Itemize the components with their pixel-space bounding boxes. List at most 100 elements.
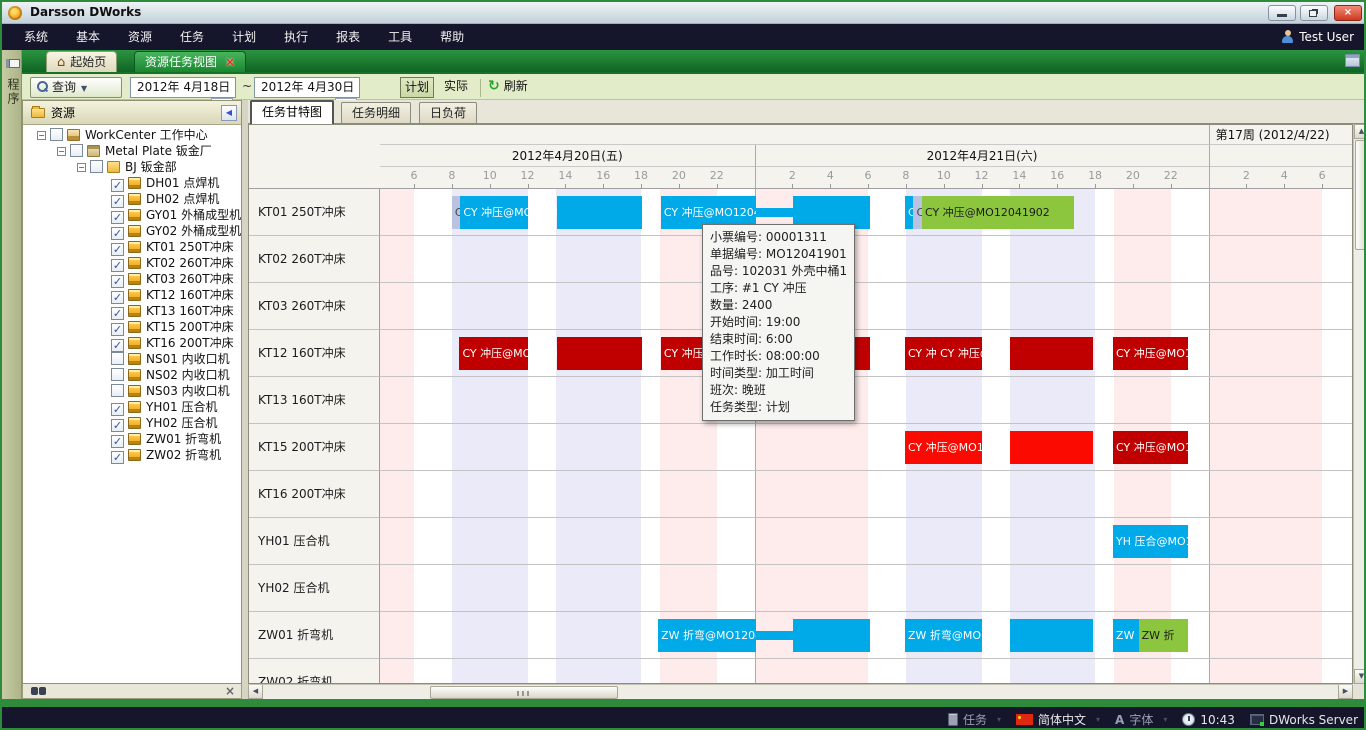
date-to-picker[interactable]: 2012年 4月30日▼ [254, 77, 360, 98]
gantt-task-bar[interactable] [1010, 337, 1093, 370]
refresh-button[interactable]: ↻刷新 [488, 77, 528, 98]
menu-item[interactable]: 资源 [114, 24, 166, 50]
tree-item-label: NS03 内收口机 [146, 384, 230, 398]
actual-toggle-button[interactable]: 实际 [438, 77, 474, 98]
collapse-panel-button[interactable]: ◀ [221, 105, 237, 121]
horizontal-scrollbar[interactable]: ◀ ▶ [248, 684, 1353, 699]
close-button[interactable]: × [1334, 5, 1362, 21]
tab-close-icon[interactable]: × [225, 55, 235, 69]
tree-item[interactable]: ✓KT01 250T冲床 [23, 239, 241, 255]
gantt-task-bar[interactable]: ZW [1113, 619, 1139, 652]
gantt-task-bar[interactable]: CY 冲压@MO12041904 [459, 337, 528, 370]
checkbox[interactable]: ✓ [111, 451, 124, 464]
user-box[interactable]: Test User [1281, 24, 1354, 50]
gantt-task-bar[interactable] [557, 196, 642, 229]
tree-item[interactable]: −BJ 钣金部 [23, 159, 241, 175]
tree-item[interactable]: ✓KT12 160T冲床 [23, 287, 241, 303]
view-tab[interactable]: 任务甘特图 [250, 100, 334, 124]
vertical-scrollbar[interactable]: ▲ ▼ [1353, 124, 1366, 684]
gantt-day-header [1209, 145, 1353, 167]
menu-item[interactable]: 系统 [10, 24, 62, 50]
tree-item[interactable]: ✓ZW02 折弯机 [23, 447, 241, 463]
gantt-task-bar[interactable]: CY 冲 CY 冲压@MO12041904 [905, 337, 982, 370]
tree-item[interactable]: −Metal Plate 钣金厂 [23, 143, 241, 159]
checkbox[interactable] [50, 128, 63, 141]
menu-item[interactable]: 任务 [166, 24, 218, 50]
menu-item[interactable]: 执行 [270, 24, 322, 50]
status-item[interactable]: 任务▾ [948, 711, 1001, 728]
gantt-task-bar[interactable]: C [452, 196, 461, 229]
tree-item[interactable]: ✓KT02 260T冲床 [23, 255, 241, 271]
gantt-task-bar[interactable]: CY 冲压@MO12041903 [905, 431, 982, 464]
tree-item[interactable]: ✓KT13 160T冲床 [23, 303, 241, 319]
gantt-task-bar[interactable] [1010, 431, 1093, 464]
tree-item[interactable]: NS03 内收口机 [23, 383, 241, 399]
checkbox[interactable] [111, 352, 124, 365]
status-item[interactable]: 10:43 [1182, 713, 1235, 727]
hour-tick-label: 22 [703, 169, 731, 182]
layout-icon[interactable] [1345, 54, 1360, 67]
view-tab[interactable]: 任务明细 [341, 102, 411, 124]
query-button[interactable]: 查询▼ [30, 77, 122, 98]
tooltip-line: 品号: 102031 外壳中桶1 [710, 263, 847, 280]
status-item[interactable]: 简体中文▾ [1016, 711, 1100, 728]
tree-item[interactable]: ✓GY01 外桶成型机 [23, 207, 241, 223]
gantt-task-bar[interactable]: CY 冲压@MO1 [1113, 337, 1188, 370]
tree-expander-icon[interactable]: − [37, 131, 46, 140]
doc-tab[interactable]: 资源任务视图× [134, 51, 246, 72]
gantt-task-bar[interactable]: C [905, 196, 914, 229]
tree-item[interactable]: ✓KT03 260T冲床 [23, 271, 241, 287]
gantt-task-bar[interactable]: YH 压合@MO1 [1113, 525, 1188, 558]
find-icon[interactable] [31, 687, 38, 695]
side-strip[interactable]: 程序 [2, 50, 22, 699]
menu-item[interactable]: 工具 [374, 24, 426, 50]
vertical-scroll-thumb[interactable] [1355, 140, 1366, 250]
menu-item[interactable]: 报表 [322, 24, 374, 50]
tree-item[interactable]: ✓KT15 200T冲床 [23, 319, 241, 335]
gantt-task-bar[interactable]: CY 冲压@MO12041902 [922, 196, 1074, 229]
gantt-task-bar[interactable]: CY 冲压@MO12041901 [460, 196, 528, 229]
gantt-task-bar[interactable]: ZW 折 [1139, 619, 1188, 652]
tree-item[interactable]: ✓YH02 压合机 [23, 415, 241, 431]
tree-item[interactable]: ✓KT16 200T冲床 [23, 335, 241, 351]
doc-tab[interactable]: ⌂起始页 [46, 51, 117, 72]
menu-item[interactable]: 基本 [62, 24, 114, 50]
scroll-up-icon[interactable]: ▲ [1354, 124, 1366, 139]
date-from-picker[interactable]: 2012年 4月18日▼ [130, 77, 236, 98]
plan-toggle-button[interactable]: 计划 [400, 77, 434, 98]
gantt-task-bar[interactable]: C [913, 196, 922, 229]
gantt-task-bar[interactable] [793, 619, 870, 652]
tooltip-line: 工作时长: 08:00:00 [710, 348, 847, 365]
minimize-button[interactable] [1268, 5, 1296, 21]
gantt-task-bar[interactable] [1010, 619, 1093, 652]
tree-item[interactable]: ✓YH01 压合机 [23, 399, 241, 415]
gantt-task-bar[interactable]: ZW 折弯@MO12041901 [658, 619, 756, 652]
restore-button[interactable] [1300, 5, 1328, 21]
tree-item[interactable]: −WorkCenter 工作中心 [23, 127, 241, 143]
checkbox[interactable] [111, 368, 124, 381]
checkbox[interactable] [111, 384, 124, 397]
scroll-right-icon[interactable]: ▶ [1338, 685, 1353, 699]
tree-item[interactable]: ✓DH01 点焊机 [23, 175, 241, 191]
view-tab[interactable]: 日负荷 [419, 102, 477, 124]
tree-item[interactable]: ✓GY02 外桶成型机 [23, 223, 241, 239]
scroll-left-icon[interactable]: ◀ [248, 685, 263, 699]
tree-item[interactable]: NS02 内收口机 [23, 367, 241, 383]
gantt-task-bar[interactable]: ZW 折弯@MO12041901 [905, 619, 982, 652]
menu-item[interactable]: 帮助 [426, 24, 478, 50]
tree-expander-icon[interactable]: − [77, 163, 86, 172]
tree-expander-icon[interactable]: − [57, 147, 66, 156]
tree-item[interactable]: ✓ZW01 折弯机 [23, 431, 241, 447]
checkbox[interactable] [70, 144, 83, 157]
tree-item[interactable]: ✓DH02 点焊机 [23, 191, 241, 207]
gantt-task-bar[interactable]: CY 冲压@MO1 [1113, 431, 1188, 464]
gantt-task-bar[interactable] [557, 337, 642, 370]
scroll-down-icon[interactable]: ▼ [1354, 669, 1366, 684]
menu-item[interactable]: 计划 [218, 24, 270, 50]
tree-item[interactable]: NS01 内收口机 [23, 351, 241, 367]
status-item[interactable]: A字体▾ [1115, 711, 1167, 728]
status-item[interactable]: DWorks Server [1250, 713, 1358, 727]
checkbox[interactable] [90, 160, 103, 173]
horizontal-scroll-thumb[interactable] [430, 686, 618, 699]
close-icon[interactable]: × [225, 684, 235, 698]
